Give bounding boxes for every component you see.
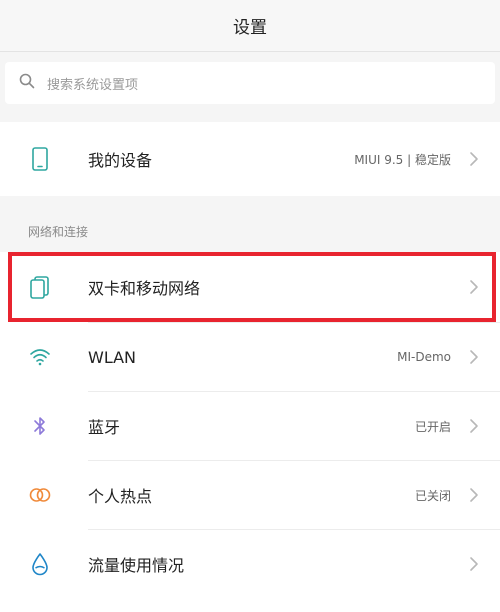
data-usage-item[interactable]: 流量使用情况 [0,530,500,598]
title-bar: 设置 [0,0,500,52]
wlan-value: MI-Demo [397,350,451,364]
device-card: 我的设备 MIUI 9.5 | 稳定版 [0,122,500,196]
wifi-icon [28,345,52,369]
wlan-item[interactable]: WLAN MI-Demo [0,323,500,391]
section-title: 网络和连接 [28,225,89,239]
chevron-right-icon [468,487,480,503]
search-area: 搜索系统设置项 [0,52,500,114]
chevron-right-icon [468,418,480,434]
hotspot-item[interactable]: 个人热点 已关闭 [0,461,500,529]
section-header: 网络和连接 [0,208,500,252]
hotspot-value: 已关闭 [414,488,451,503]
bluetooth-icon [28,414,52,438]
bluetooth-item[interactable]: 蓝牙 已开启 [0,392,500,460]
chevron-right-icon [468,556,480,572]
page-title: 设置 [233,18,267,38]
search-input[interactable]: 搜索系统设置项 [5,62,495,104]
my-device-label: 我的设备 [88,151,153,170]
chevron-right-icon [468,349,480,365]
my-device-value: MIUI 9.5 | 稳定版 [354,152,451,167]
search-placeholder: 搜索系统设置项 [47,77,139,93]
phone-icon [28,147,52,171]
hotspot-icon [28,483,52,507]
bluetooth-label: 蓝牙 [88,418,121,437]
data-usage-label: 流量使用情况 [88,556,185,575]
data-usage-icon [28,552,52,576]
chevron-right-icon [468,151,480,167]
highlight-box [8,252,496,322]
wlan-label: WLAN [88,347,137,367]
my-device-item[interactable]: 我的设备 MIUI 9.5 | 稳定版 [0,125,500,193]
search-icon [19,73,35,93]
hotspot-label: 个人热点 [88,487,153,506]
bluetooth-value: 已开启 [414,419,451,434]
